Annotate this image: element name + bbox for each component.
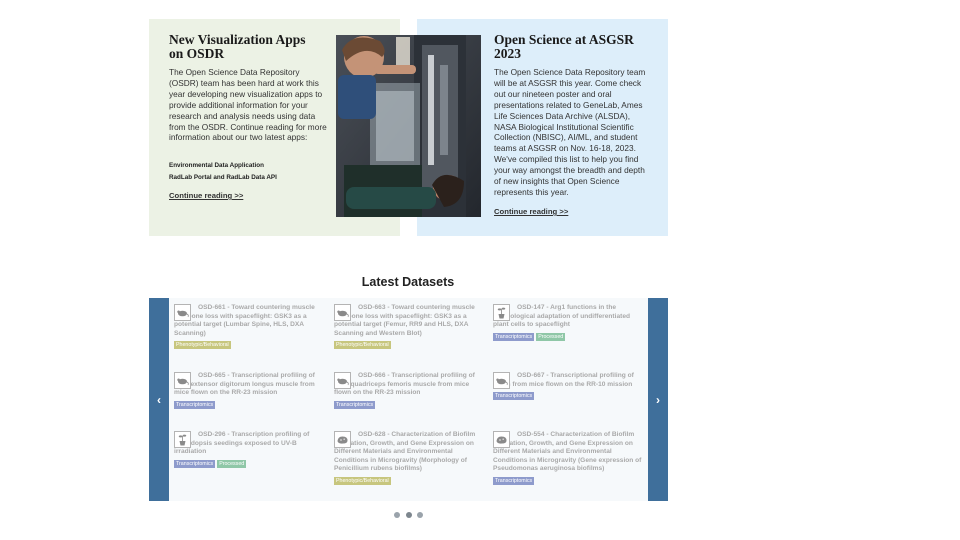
tag-transcriptomics: Transcriptomics: [334, 400, 376, 409]
mouse-icon: [334, 304, 351, 321]
dataset-tags: Transcriptomics: [493, 476, 645, 485]
dataset-tags: Phenotypic/Behavioral: [334, 341, 486, 350]
tag-processed: Processed: [536, 332, 566, 341]
dataset-tags: Transcriptomics: [493, 392, 645, 401]
news-title: Open Science at ASGSR 2023: [494, 32, 634, 61]
news-body: The Open Science Data Repository (OSDR) …: [169, 67, 327, 143]
dataset-item-osd-661[interactable]: OSD-661 - Toward countering muscle and b…: [174, 304, 326, 350]
dataset-title: OSD-147 - Arg1 functions in the physiolo…: [493, 304, 631, 329]
carousel-dot-2[interactable]: [406, 512, 412, 518]
dataset-tags: Transcriptomics Processed: [493, 332, 645, 341]
dataset-title: OSD-665 - Transcriptional profiling of r…: [174, 372, 315, 397]
news-link-radlab[interactable]: RadLab Portal and RadLab Data API: [169, 174, 277, 181]
tag-phenotypic: Phenotypic/Behavioral: [174, 341, 231, 350]
dataset-tags: Transcriptomics Processed: [174, 459, 326, 468]
dataset-item-osd-296[interactable]: OSD-296 - Transcription profiling of Ara…: [174, 431, 326, 468]
dataset-item-osd-554[interactable]: OSD-554 - Characterization of Biofilm Fo…: [493, 431, 645, 485]
dataset-title: OSD-554 - Characterization of Biofilm Fo…: [493, 431, 642, 473]
tag-transcriptomics: Transcriptomics: [174, 400, 216, 409]
carousel-dot-3[interactable]: [417, 512, 423, 518]
dataset-title: OSD-628 - Characterization of Biofilm Fo…: [334, 431, 476, 473]
dataset-tags: Phenotypic/Behavioral: [334, 476, 486, 485]
carousel-next-button[interactable]: ›: [648, 298, 668, 501]
dataset-tags: Phenotypic/Behavioral: [174, 341, 326, 350]
dataset-item-osd-628[interactable]: OSD-628 - Characterization of Biofilm Fo…: [334, 431, 486, 485]
tag-phenotypic: Phenotypic/Behavioral: [334, 476, 391, 485]
dataset-item-osd-665[interactable]: OSD-665 - Transcriptional profiling of r…: [174, 372, 326, 409]
plant-icon: [493, 304, 510, 321]
news-body: The Open Science Data Repository team wi…: [494, 67, 646, 197]
dataset-item-osd-147[interactable]: OSD-147 - Arg1 functions in the physiolo…: [493, 304, 645, 341]
mouse-icon: [174, 372, 191, 389]
datasets-carousel: ‹ › OSD-661 - Toward countering muscle a…: [149, 298, 668, 501]
tag-transcriptomics: Transcriptomics: [493, 332, 535, 341]
mouse-icon: [493, 372, 510, 389]
dataset-tags: Transcriptomics: [334, 400, 486, 409]
plant-icon: [174, 431, 191, 448]
dataset-title: OSD-667 - Transcriptional profiling of c…: [493, 372, 634, 388]
dataset-item-osd-666[interactable]: OSD-666 - Transcriptional profiling of r…: [334, 372, 486, 409]
dataset-title: OSD-661 - Toward countering muscle and b…: [174, 304, 315, 337]
astronaut-photo: [336, 35, 481, 217]
tag-transcriptomics: Transcriptomics: [493, 476, 535, 485]
mouse-icon: [334, 372, 351, 389]
continue-reading-link[interactable]: Continue reading >>: [494, 207, 568, 216]
microbe-icon: [493, 431, 510, 448]
tag-transcriptomics: Transcriptomics: [493, 392, 535, 401]
dataset-title: OSD-666 - Transcriptional profiling of r…: [334, 372, 475, 397]
dataset-tags: Transcriptomics: [174, 400, 326, 409]
dataset-item-osd-663[interactable]: OSD-663 - Toward countering muscle and b…: [334, 304, 486, 350]
tag-transcriptomics: Transcriptomics: [174, 459, 216, 468]
news-title: New Visualization Apps on OSDR: [169, 32, 306, 61]
tag-phenotypic: Phenotypic/Behavioral: [334, 341, 391, 350]
dataset-title: OSD-296 - Transcription profiling of Ara…: [174, 431, 310, 456]
dataset-item-osd-667[interactable]: OSD-667 - Transcriptional profiling of c…: [493, 372, 645, 401]
microbe-icon: [334, 431, 351, 448]
news-link-environmental-app[interactable]: Environmental Data Application: [169, 162, 264, 169]
carousel-dot-1[interactable]: [394, 512, 400, 518]
tag-processed: Processed: [217, 459, 247, 468]
carousel-pagination: [393, 512, 433, 520]
dataset-title: OSD-663 - Toward countering muscle and b…: [334, 304, 475, 337]
carousel-prev-button[interactable]: ‹: [149, 298, 169, 501]
continue-reading-link[interactable]: Continue reading >>: [169, 191, 243, 200]
latest-datasets-heading: Latest Datasets: [361, 275, 455, 289]
mouse-icon: [174, 304, 191, 321]
